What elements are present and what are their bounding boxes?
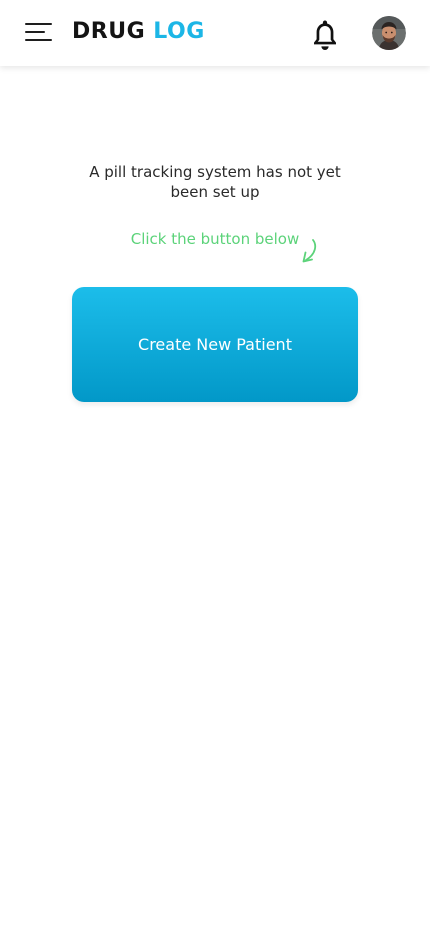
app-logo: DRUG LOG: [72, 17, 205, 47]
menu-line: [25, 39, 52, 41]
create-new-patient-button[interactable]: Create New Patient: [72, 287, 358, 402]
user-avatar[interactable]: [372, 16, 406, 50]
brand-word-log: LOG: [153, 19, 205, 44]
hamburger-menu-icon[interactable]: [25, 22, 53, 42]
create-new-patient-label: Create New Patient: [138, 335, 292, 354]
brand-word-drug: DRUG: [72, 19, 146, 44]
bell-icon[interactable]: [310, 18, 340, 52]
empty-state-message: A pill tracking system has not yet been …: [89, 163, 341, 201]
curved-arrow-down-icon: [302, 239, 317, 263]
menu-line: [25, 31, 45, 33]
app-header: DRUG LOG: [0, 0, 430, 66]
menu-line: [25, 23, 52, 25]
